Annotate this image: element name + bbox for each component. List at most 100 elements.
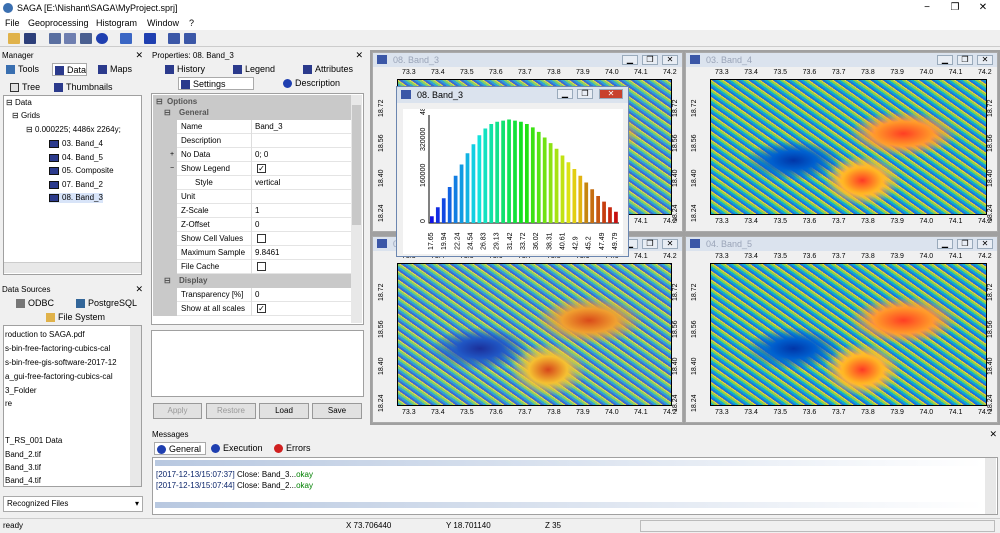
file-filter-select[interactable]: Recognized Files ▾ <box>3 496 143 512</box>
property-value[interactable]: 9.8461 <box>255 246 279 260</box>
minimize-button[interactable]: ▁ <box>557 89 573 99</box>
close-icon[interactable]: ✕ <box>355 50 363 61</box>
save-icon[interactable] <box>24 33 36 44</box>
map-title-bar[interactable]: 03. Band_4 ▁ ❐ ✕ <box>686 53 997 67</box>
close-button[interactable]: ✕ <box>977 239 993 249</box>
messages-scrollbar[interactable] <box>985 458 996 514</box>
list-item[interactable]: Band_2.tif <box>5 450 41 460</box>
property-row[interactable]: Z-Scale 1 <box>153 204 351 218</box>
properties-icon[interactable] <box>64 33 76 44</box>
property-value[interactable]: 0 <box>255 218 259 232</box>
tab-settings[interactable]: Settings <box>178 77 254 90</box>
tab-execution[interactable]: Execution <box>209 442 263 454</box>
property-group[interactable]: ⊟ General <box>153 106 351 120</box>
tab-description[interactable]: Description <box>281 77 340 89</box>
list-item[interactable]: T_RS_001 Data <box>5 436 62 446</box>
property-row[interactable]: + No Data 0; 0 <box>153 148 351 162</box>
map-window[interactable]: 03. Band_4 ▁ ❐ ✕ 73.3 73.3 73.4 73.4 73.5 73.5 73.… <box>685 52 998 232</box>
raster-map[interactable] <box>397 263 672 406</box>
property-row[interactable]: File Cache <box>153 260 351 274</box>
property-checkbox[interactable] <box>257 262 266 271</box>
property-value[interactable]: Band_3 <box>255 120 283 134</box>
table-icon[interactable] <box>184 33 196 44</box>
restore-button[interactable]: ❐ <box>957 55 973 65</box>
map-title-bar[interactable]: 08. Band_3 ▁ ❐ ✕ <box>373 53 682 67</box>
raster-map[interactable] <box>710 79 987 215</box>
tab-history[interactable]: History <box>163 63 205 75</box>
close-icon[interactable]: ✕ <box>135 284 143 295</box>
expand-icon[interactable]: + <box>170 148 174 162</box>
list-item[interactable]: roduction to SAGA.pdf <box>5 330 85 340</box>
close-button[interactable]: ✕ <box>662 55 678 65</box>
property-value[interactable]: 0; 0 <box>255 148 268 162</box>
open-icon[interactable] <box>8 33 20 44</box>
menu-geoprocessing[interactable]: Geoprocessing <box>28 18 89 28</box>
close-button[interactable]: ✕ <box>662 239 678 249</box>
property-row[interactable]: Transparency [%] 0 <box>153 288 351 302</box>
property-value[interactable]: 1 <box>255 204 259 218</box>
tab-attributes[interactable]: Attributes <box>301 63 353 75</box>
property-row[interactable]: Name Band_3 <box>153 120 351 134</box>
list-item[interactable]: a_gui-free-factoring-cubics-cal <box>5 372 113 382</box>
apply-button[interactable]: Apply <box>153 403 202 419</box>
property-checkbox[interactable] <box>257 234 266 243</box>
property-row[interactable]: − Show Legend ✓ <box>153 162 351 176</box>
tree-item-band4[interactable]: 03. Band_4 <box>49 139 103 149</box>
tab-general[interactable]: General <box>154 442 206 455</box>
raster-map[interactable] <box>710 263 987 406</box>
minimize-button[interactable]: ▁ <box>937 55 953 65</box>
property-value[interactable]: vertical <box>255 176 280 190</box>
list-item[interactable]: s-bin-free-gis-software-2017-12 <box>5 358 117 368</box>
data-sources-icon[interactable] <box>80 33 92 44</box>
collapse-icon[interactable]: ⊟ <box>164 106 171 120</box>
property-group[interactable]: ⊟ Display <box>153 274 351 288</box>
tab-tree[interactable]: Tree <box>8 81 40 93</box>
tab-odbc[interactable]: ODBC <box>14 297 54 309</box>
restore-button[interactable]: ❐ <box>577 89 593 99</box>
property-row[interactable]: Maximum Sample 9.8461 <box>153 246 351 260</box>
close-icon[interactable]: ✕ <box>135 50 143 61</box>
tool-icon[interactable] <box>120 33 132 44</box>
tab-maps[interactable]: Maps <box>96 63 132 75</box>
scrollbar-thumb[interactable] <box>352 105 361 225</box>
property-row[interactable]: Style vertical <box>153 176 351 190</box>
menu-histogram[interactable]: Histogram <box>96 18 137 28</box>
restore-button[interactable]: ❐ <box>642 55 658 65</box>
histogram-icon[interactable] <box>168 33 180 44</box>
map-title-bar[interactable]: 04. Band_5 ▁ ❐ ✕ <box>686 237 997 251</box>
histogram-window[interactable]: 08. Band_3 ▁ ❐ ✕ 0 160000 320000 480000 17.6… <box>396 86 629 257</box>
manager-icon[interactable] <box>49 33 61 44</box>
restore-button[interactable]: Restore <box>206 403 256 419</box>
maximize-button[interactable]: ❐ <box>942 1 968 15</box>
property-checkbox[interactable]: ✓ <box>257 164 266 173</box>
minimize-button[interactable]: ▁ <box>937 239 953 249</box>
expand-icon[interactable]: − <box>170 162 174 176</box>
menu-window[interactable]: Window <box>147 18 179 28</box>
tree-item-composite[interactable]: 05. Composite <box>49 166 114 176</box>
close-button[interactable]: ✕ <box>977 55 993 65</box>
tree-item-band3[interactable]: 08. Band_3 <box>49 193 103 203</box>
tab-postgresql[interactable]: PostgreSQL <box>74 297 137 309</box>
tab-file-system[interactable]: File System <box>44 311 105 323</box>
property-row[interactable]: Description <box>153 134 351 148</box>
help-icon[interactable] <box>144 33 156 44</box>
list-item[interactable]: re <box>5 399 12 409</box>
minimize-button[interactable]: − <box>914 1 940 15</box>
close-icon[interactable]: ✕ <box>989 429 997 440</box>
property-checkbox[interactable]: ✓ <box>257 304 266 313</box>
menu-file[interactable]: File <box>5 18 20 28</box>
property-row[interactable]: Show at all scales ✓ <box>153 302 351 316</box>
property-row[interactable]: Z-Offset 0 <box>153 218 351 232</box>
tab-tools[interactable]: Tools <box>4 63 39 75</box>
load-button[interactable]: Load <box>259 403 309 419</box>
restore-button[interactable]: ❐ <box>957 239 973 249</box>
tree-horizontal-scrollbar[interactable] <box>4 262 141 273</box>
tree-item-band5[interactable]: 04. Band_5 <box>49 153 103 163</box>
tab-errors[interactable]: Errors <box>272 442 311 454</box>
file-list-scrollbar[interactable] <box>130 326 141 486</box>
tab-legend[interactable]: Legend <box>231 63 275 75</box>
property-row[interactable]: Unit <box>153 190 351 204</box>
property-value[interactable]: 0 <box>255 288 259 302</box>
property-row[interactable]: Show Cell Values <box>153 232 351 246</box>
close-button[interactable]: ✕ <box>970 1 996 15</box>
